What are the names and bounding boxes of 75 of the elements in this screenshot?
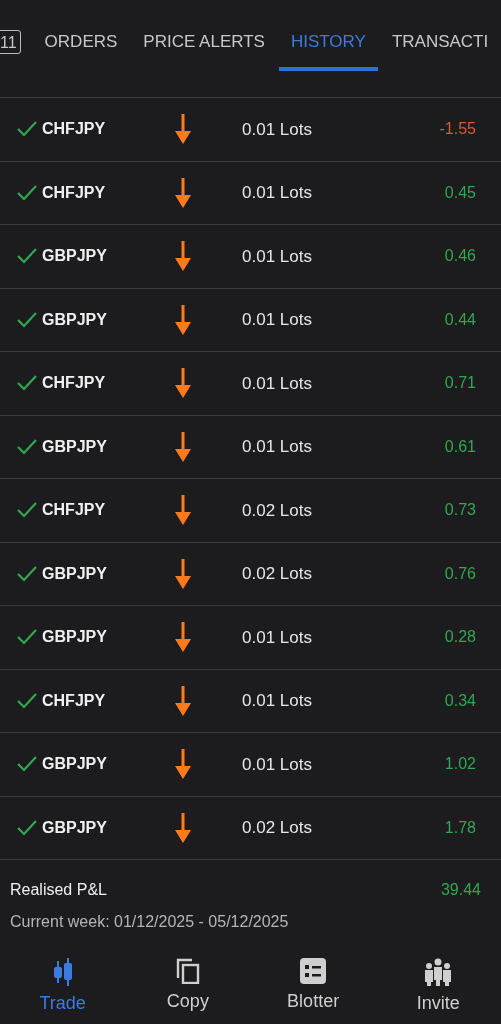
- lot-size-text: 0.02 Lots: [242, 564, 312, 583]
- tab[interactable]: PRICE ALERTS: [131, 12, 277, 71]
- people-icon: [424, 958, 453, 986]
- profit-loss-text: 0.44: [444, 310, 476, 328]
- profit-loss-text: 0.76: [444, 564, 476, 582]
- lot-size-text: 0.01 Lots: [242, 119, 312, 139]
- down-arrow-icon: [175, 495, 191, 526]
- check-icon: [16, 120, 38, 139]
- profit-loss-text: -1.55: [439, 120, 476, 138]
- down-arrow-icon: [175, 558, 191, 589]
- symbol-text: GBPJPY: [42, 436, 107, 457]
- copy-icon: [175, 958, 200, 984]
- profit-loss-text: 0.46: [444, 247, 476, 265]
- summary-value: 39.44: [440, 880, 481, 900]
- profit-loss-text: 1.02: [444, 755, 476, 773]
- symbol-text: GBPJPY: [42, 309, 107, 330]
- symbol-text: GBPJPY: [42, 627, 107, 648]
- down-arrow-icon: [175, 177, 191, 208]
- profit-loss-text: 0.34: [444, 691, 476, 709]
- lot-size-text: 0.01 Lots: [242, 246, 312, 266]
- profit-loss-text: 0.71: [444, 374, 476, 392]
- check-icon: [16, 691, 38, 710]
- check-icon: [16, 374, 38, 393]
- down-arrow-icon: [175, 368, 191, 399]
- nav-tab[interactable]: Invite: [375, 958, 501, 1017]
- summary-label: Realised P&L: [10, 880, 107, 900]
- tab[interactable]: HISTORY: [278, 12, 378, 71]
- symbol-text: CHFJPY: [42, 373, 106, 394]
- symbol-text: GBPJPY: [42, 246, 107, 267]
- symbol-text: GBPJPY: [42, 817, 107, 838]
- lot-size-text: 0.01 Lots: [242, 627, 312, 647]
- period-text: Current week: 01/12/2025 - 05/12/2025: [10, 913, 289, 930]
- down-arrow-icon: [175, 114, 191, 145]
- nav-tab[interactable]: Copy: [125, 958, 251, 1017]
- down-arrow-icon: [175, 749, 191, 780]
- down-arrow-icon: [175, 304, 191, 335]
- lot-size-text: 0.01 Lots: [242, 183, 312, 202]
- lot-size-text: 0.01 Lots: [242, 754, 312, 774]
- nav-tab[interactable]: Blotter: [250, 958, 376, 1017]
- check-icon: [16, 755, 38, 774]
- profit-loss-text: 0.73: [444, 501, 476, 519]
- tab[interactable]: TRANSACTI: [379, 12, 501, 71]
- lot-size-text: 0.02 Lots: [242, 500, 312, 520]
- nav-tab[interactable]: Trade: [0, 958, 126, 1017]
- lot-size-text: 0.01 Lots: [242, 373, 312, 393]
- check-icon: [16, 818, 38, 837]
- lot-size-text: 0.01 Lots: [242, 310, 312, 329]
- check-icon: [16, 437, 38, 456]
- check-icon: [16, 501, 38, 520]
- down-arrow-icon: [175, 812, 191, 843]
- count-tab[interactable]: 11: [0, 29, 21, 54]
- list-icon: [300, 958, 327, 984]
- check-icon: [16, 564, 38, 583]
- down-arrow-icon: [175, 431, 191, 462]
- symbol-text: CHFJPY: [42, 182, 106, 203]
- lot-size-text: 0.01 Lots: [242, 437, 312, 456]
- symbol-text: CHFJPY: [42, 690, 106, 711]
- profit-loss-text: 1.78: [444, 818, 476, 836]
- down-arrow-icon: [175, 622, 191, 653]
- tab[interactable]: ORDERS: [32, 12, 130, 71]
- symbol-text: CHFJPY: [42, 500, 106, 521]
- profit-loss-text: 0.45: [444, 183, 476, 201]
- profit-loss-text: 0.61: [444, 437, 476, 455]
- profit-loss-text: 0.28: [444, 628, 476, 646]
- lot-size-text: 0.01 Lots: [242, 691, 312, 710]
- down-arrow-icon: [175, 241, 191, 272]
- symbol-text: GBPJPY: [42, 754, 107, 775]
- symbol-text: CHFJPY: [42, 119, 106, 140]
- down-arrow-icon: [175, 685, 191, 716]
- check-icon: [16, 310, 38, 329]
- symbol-text: GBPJPY: [42, 563, 107, 584]
- check-icon: [16, 628, 38, 647]
- lot-size-text: 0.02 Lots: [242, 818, 312, 837]
- check-icon: [16, 247, 38, 266]
- check-icon: [16, 183, 38, 202]
